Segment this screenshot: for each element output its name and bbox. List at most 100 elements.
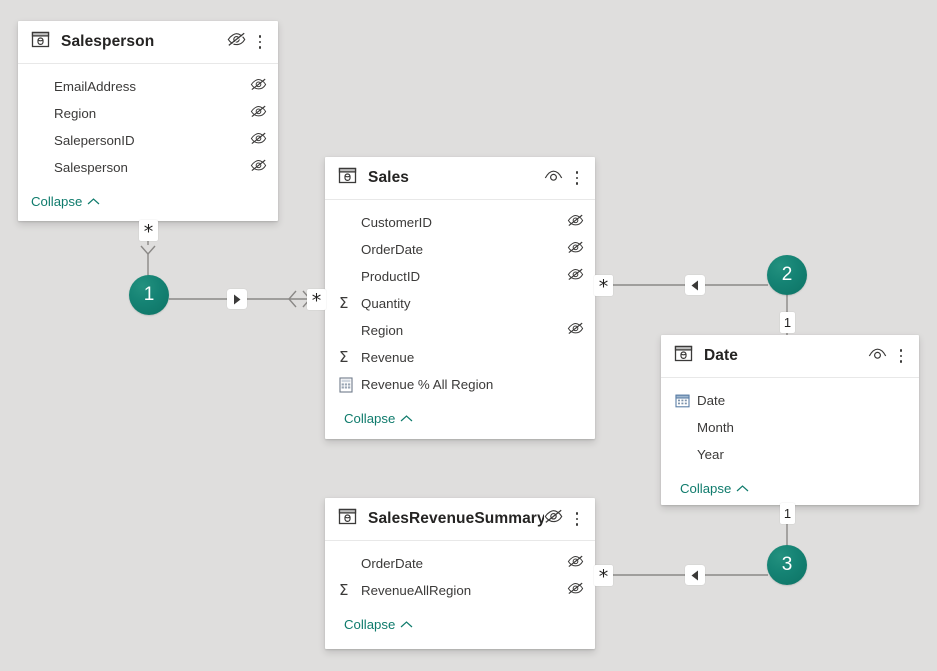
field-name-label: Revenue bbox=[361, 350, 584, 365]
field-row[interactable]: ProductID bbox=[325, 263, 595, 290]
eye-hidden-icon[interactable] bbox=[567, 241, 584, 259]
field-name-label: OrderDate bbox=[361, 556, 567, 571]
table-icon bbox=[338, 166, 357, 190]
cardinality-many-sales-right[interactable]: * bbox=[594, 275, 613, 296]
arrow-left-icon[interactable] bbox=[685, 275, 705, 295]
table-header-date[interactable]: Date bbox=[661, 335, 919, 378]
table-name-label: Salesperson bbox=[61, 33, 227, 51]
field-row[interactable]: Date bbox=[661, 387, 919, 414]
field-type-icon bbox=[339, 555, 361, 573]
field-type-icon bbox=[339, 214, 361, 232]
field-row[interactable]: Revenue % All Region bbox=[325, 371, 595, 398]
calculated-column-icon bbox=[339, 376, 361, 394]
field-name-label: Year bbox=[697, 447, 908, 462]
field-type-icon bbox=[339, 268, 361, 286]
cardinality-one-date-bottom[interactable]: 1 bbox=[780, 503, 795, 524]
field-name-label: OrderDate bbox=[361, 242, 567, 257]
measure-sigma-icon: Σ bbox=[339, 582, 361, 600]
table-header-salesperson[interactable]: Salesperson bbox=[18, 21, 278, 64]
field-name-label: Salesperson bbox=[54, 160, 250, 175]
model-view-canvas[interactable]: Salesperson EmailAddress bbox=[0, 0, 937, 671]
table-icon bbox=[31, 30, 50, 54]
eye-hidden-icon[interactable] bbox=[567, 268, 584, 286]
table-name-label: SalesRevenueSummary bbox=[368, 510, 544, 528]
field-row[interactable]: Σ Revenue bbox=[325, 344, 595, 371]
field-row[interactable]: Σ RevenueAllRegion bbox=[325, 577, 595, 604]
collapse-label: Collapse bbox=[31, 194, 82, 209]
measure-sigma-icon: Σ bbox=[339, 295, 361, 313]
field-name-label: Month bbox=[697, 420, 908, 435]
table-name-label: Date bbox=[704, 347, 868, 365]
table-card-sales[interactable]: Sales CustomerID bbox=[325, 157, 595, 439]
table-header-salesrevenuesummary[interactable]: SalesRevenueSummary bbox=[325, 498, 595, 541]
table-header-sales[interactable]: Sales bbox=[325, 157, 595, 200]
collapse-button-salesrevenuesummary[interactable]: Collapse bbox=[325, 604, 595, 634]
arrow-left-icon[interactable] bbox=[685, 565, 705, 585]
collapse-label: Collapse bbox=[680, 481, 731, 496]
cardinality-many-salesrevenuesummary[interactable]: * bbox=[594, 565, 613, 586]
eye-visible-icon[interactable] bbox=[544, 168, 563, 188]
eye-hidden-icon[interactable] bbox=[544, 509, 563, 529]
field-type-icon bbox=[675, 419, 697, 437]
field-type-icon bbox=[339, 322, 361, 340]
collapse-button-sales[interactable]: Collapse bbox=[325, 398, 595, 428]
field-name-label: Region bbox=[361, 323, 567, 338]
field-row[interactable]: Year bbox=[661, 441, 919, 468]
cardinality-many-sales-left[interactable]: * bbox=[307, 289, 326, 310]
eye-hidden-icon[interactable] bbox=[250, 159, 267, 177]
collapse-button-salesperson[interactable]: Collapse bbox=[18, 181, 278, 211]
collapse-label: Collapse bbox=[344, 411, 395, 426]
field-row[interactable]: Salesperson bbox=[18, 154, 278, 181]
field-name-label: Date bbox=[697, 393, 908, 408]
field-row[interactable]: Region bbox=[18, 100, 278, 127]
cardinality-many-salesperson[interactable]: * bbox=[139, 220, 158, 241]
field-list-date: Date Month Year bbox=[661, 378, 919, 468]
field-row[interactable]: Σ Quantity bbox=[325, 290, 595, 317]
eye-hidden-icon[interactable] bbox=[567, 214, 584, 232]
field-row[interactable]: Region bbox=[325, 317, 595, 344]
eye-hidden-icon[interactable] bbox=[250, 132, 267, 150]
more-options-icon[interactable] bbox=[570, 509, 584, 529]
field-type-icon bbox=[32, 132, 54, 150]
field-row[interactable]: SalepersonID bbox=[18, 127, 278, 154]
eye-hidden-icon[interactable] bbox=[250, 78, 267, 96]
eye-hidden-icon[interactable] bbox=[250, 105, 267, 123]
relationship-badge-2[interactable]: 2 bbox=[767, 255, 807, 295]
eye-hidden-icon[interactable] bbox=[567, 555, 584, 573]
field-type-icon bbox=[32, 78, 54, 96]
table-icon bbox=[338, 507, 357, 531]
eye-hidden-icon[interactable] bbox=[567, 322, 584, 340]
field-name-label: ProductID bbox=[361, 269, 567, 284]
field-row[interactable]: OrderDate bbox=[325, 236, 595, 263]
field-name-label: Revenue % All Region bbox=[361, 377, 584, 392]
eye-hidden-icon[interactable] bbox=[227, 32, 246, 52]
field-name-label: SalepersonID bbox=[54, 133, 250, 148]
field-name-label: CustomerID bbox=[361, 215, 567, 230]
chevron-up-icon bbox=[87, 193, 100, 211]
field-row[interactable]: Month bbox=[661, 414, 919, 441]
field-type-icon bbox=[675, 446, 697, 464]
field-row[interactable]: CustomerID bbox=[325, 209, 595, 236]
collapse-label: Collapse bbox=[344, 617, 395, 632]
eye-hidden-icon[interactable] bbox=[567, 582, 584, 600]
arrow-right-icon[interactable] bbox=[227, 289, 247, 309]
relationship-badge-3[interactable]: 3 bbox=[767, 545, 807, 585]
field-row[interactable]: OrderDate bbox=[325, 550, 595, 577]
field-row[interactable]: EmailAddress bbox=[18, 73, 278, 100]
eye-visible-icon[interactable] bbox=[868, 346, 887, 366]
table-card-salesperson[interactable]: Salesperson EmailAddress bbox=[18, 21, 278, 221]
field-list-salesperson: EmailAddress Region bbox=[18, 64, 278, 181]
more-options-icon[interactable] bbox=[894, 346, 908, 366]
table-icon bbox=[674, 344, 693, 368]
cardinality-one-date-top[interactable]: 1 bbox=[780, 312, 795, 333]
collapse-button-date[interactable]: Collapse bbox=[661, 468, 919, 498]
more-options-icon[interactable] bbox=[253, 32, 267, 52]
field-name-label: EmailAddress bbox=[54, 79, 250, 94]
table-card-salesrevenuesummary[interactable]: SalesRevenueSummary OrderDate bbox=[325, 498, 595, 649]
relationship-badge-1[interactable]: 1 bbox=[129, 275, 169, 315]
table-card-date[interactable]: Date bbox=[661, 335, 919, 505]
field-type-icon bbox=[32, 105, 54, 123]
chevron-up-icon bbox=[400, 616, 413, 634]
chevron-up-icon bbox=[400, 410, 413, 428]
more-options-icon[interactable] bbox=[570, 168, 584, 188]
